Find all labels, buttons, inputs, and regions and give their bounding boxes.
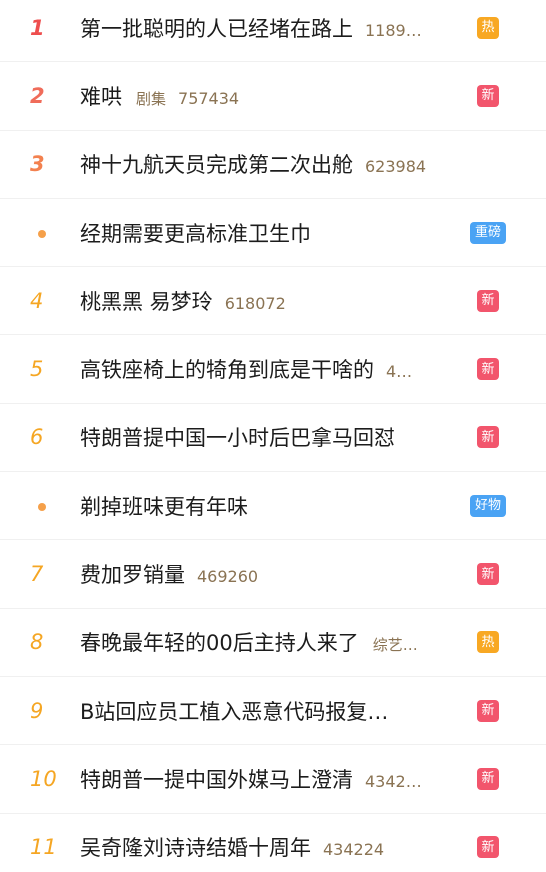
- rank-number: 1: [30, 15, 45, 40]
- hot-search-row[interactable]: 3 神十九航天员完成第二次出舱 623984: [0, 131, 546, 199]
- category-tag: 剧集: [136, 89, 167, 108]
- heat-count: 434224: [323, 840, 385, 860]
- rank-number: 10: [30, 766, 57, 791]
- row-content: 特朗普提中国一小时后巴拿马回怼: [80, 422, 477, 452]
- category-tag: 综艺…: [372, 636, 418, 655]
- topic-title[interactable]: B站回应员工植入恶意代码报复…: [80, 696, 388, 726]
- hot-search-row[interactable]: 5 高铁座椅上的犄角到底是干啥的 4… 新: [0, 335, 546, 404]
- row-content: 费加罗销量 469260: [80, 559, 477, 589]
- status-badge: 好物: [470, 494, 506, 517]
- topic-title[interactable]: 经期需要更高标准卫生巾: [80, 218, 311, 248]
- status-badge: 新: [477, 563, 499, 586]
- row-content: 特朗普一提中国外媒马上澄清 4342…: [80, 764, 477, 794]
- topic-title[interactable]: 神十九航天员完成第二次出舱: [80, 149, 353, 179]
- rank-number: 11: [30, 835, 57, 860]
- topic-title[interactable]: 特朗普提中国一小时后巴拿马回怼: [80, 422, 395, 452]
- topic-title[interactable]: 吴奇隆刘诗诗结婚十周年: [80, 832, 311, 862]
- status-badge: 热: [477, 631, 499, 654]
- hot-search-row[interactable]: 2 难哄 剧集 757434 新: [0, 62, 546, 131]
- row-content: 第一批聪明的人已经堵在路上 1189…: [80, 13, 477, 43]
- rank-number: 2: [30, 83, 45, 108]
- row-content: 高铁座椅上的犄角到底是干啥的 4…: [80, 354, 477, 384]
- status-badge: 新: [477, 699, 499, 722]
- hot-search-row[interactable]: 7 费加罗销量 469260 新: [0, 540, 546, 609]
- heat-count: 4…: [386, 362, 413, 382]
- topic-title[interactable]: 费加罗销量: [80, 559, 185, 589]
- row-content: 神十九航天员完成第二次出舱 623984: [80, 149, 477, 179]
- hot-search-row[interactable]: 经期需要更高标准卫生巾 重磅: [0, 199, 546, 268]
- heat-count: 757434: [178, 88, 240, 108]
- hot-search-row[interactable]: 6 特朗普提中国一小时后巴拿马回怼 新: [0, 404, 546, 473]
- status-badge: 新: [477, 767, 499, 790]
- rank-number: 3: [30, 152, 45, 177]
- row-content: 难哄 剧集 757434: [80, 81, 477, 111]
- topic-title[interactable]: 难哄: [80, 81, 122, 111]
- row-content: 桃黑黑 易梦玲 618072: [80, 286, 477, 316]
- topic-title[interactable]: 桃黑黑 易梦玲: [80, 286, 213, 316]
- hot-search-row[interactable]: 剃掉班味更有年味 好物: [0, 472, 546, 541]
- rank-number: 9: [30, 698, 44, 723]
- hot-search-row[interactable]: 9 B站回应员工植入恶意代码报复… 新: [0, 677, 546, 746]
- hot-search-row[interactable]: 11 吴奇隆刘诗诗结婚十周年 434224 新: [0, 814, 546, 872]
- topic-title[interactable]: 特朗普一提中国外媒马上澄清: [80, 764, 353, 794]
- row-content: 春晚最年轻的00后主持人来了 综艺…: [80, 627, 477, 657]
- status-badge: 新: [477, 358, 499, 381]
- hot-search-row[interactable]: 10 特朗普一提中国外媒马上澄清 4342… 新: [0, 745, 546, 814]
- rank-number: 7: [30, 562, 44, 587]
- status-badge: 新: [477, 289, 499, 312]
- topic-title[interactable]: 高铁座椅上的犄角到底是干啥的: [80, 354, 374, 384]
- promoted-dot-icon: [0, 223, 80, 242]
- hot-search-row[interactable]: 1 第一批聪明的人已经堵在路上 1189… 热: [0, 0, 546, 63]
- promoted-dot-icon: [0, 496, 80, 515]
- status-badge: 重磅: [470, 221, 506, 244]
- status-badge: 新: [477, 836, 499, 859]
- heat-count: 1189…: [365, 20, 422, 40]
- status-badge: 热: [477, 16, 499, 39]
- heat-count: 618072: [224, 293, 286, 313]
- heat-count: 623984: [365, 157, 427, 177]
- rank-number: 4: [30, 288, 44, 313]
- row-content: 剃掉班味更有年味: [80, 491, 470, 521]
- topic-title[interactable]: 春晚最年轻的00后主持人来了: [80, 627, 359, 657]
- row-content: 经期需要更高标准卫生巾: [80, 218, 470, 248]
- row-content: 吴奇隆刘诗诗结婚十周年 434224: [80, 832, 477, 862]
- rank-number: 8: [30, 630, 44, 655]
- heat-count: 4342…: [365, 771, 422, 791]
- status-badge: 新: [477, 84, 499, 107]
- rank-number: 6: [30, 425, 44, 450]
- hot-search-list: 1 第一批聪明的人已经堵在路上 1189… 热 2 难哄 剧集 757434 新 3 神十九航天员完…: [0, 0, 546, 872]
- status-badge: 新: [477, 426, 499, 449]
- heat-count: 469260: [197, 567, 259, 587]
- topic-title[interactable]: 第一批聪明的人已经堵在路上: [80, 13, 353, 43]
- topic-title[interactable]: 剃掉班味更有年味: [80, 491, 248, 521]
- hot-search-row[interactable]: 8 春晚最年轻的00后主持人来了 综艺… 热: [0, 609, 546, 677]
- rank-number: 5: [30, 357, 44, 382]
- row-content: B站回应员工植入恶意代码报复…: [80, 696, 477, 726]
- hot-search-row[interactable]: 4 桃黑黑 易梦玲 618072 新: [0, 267, 546, 336]
